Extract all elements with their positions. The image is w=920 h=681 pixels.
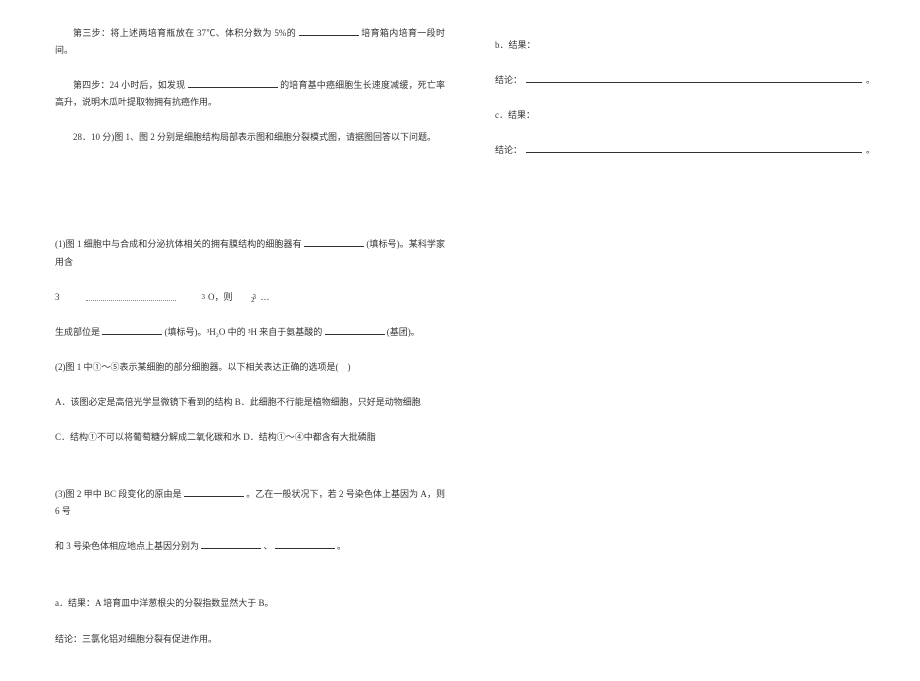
concl-b-label: 结论： <box>495 72 522 89</box>
q3-blank1 <box>184 487 244 497</box>
q3-part2: 和 3 号染色体相应地点上基因分别为 、 。 <box>55 538 445 555</box>
chem-3-pre: 3 <box>55 289 60 306</box>
chem-row: 3 3 O，则 3 2 … <box>55 289 445 306</box>
question-28: 28．10 分)图 1、图 2 分别是细胞结构局部表示图和细胞分裂模式图，请据图… <box>55 129 445 146</box>
q2-options-cd: C．结构①不可以将葡萄糖分解成二氧化碳和水 D．结构①～④中都含有大批磷脂 <box>55 429 445 446</box>
chem-sup-3: 3 <box>202 291 206 304</box>
step4-blank <box>188 78 278 88</box>
conclusion-c: 结论： 。 <box>495 142 875 159</box>
q1-part1: (1)图 1 细胞中与合成和分泌抗体相关的拥有膜结构的细胞器有 (填标号)。某科… <box>55 236 445 270</box>
q3c-blank2 <box>275 539 335 549</box>
conclusion-b: 结论： 。 <box>495 72 875 89</box>
concl-b-stop: 。 <box>866 72 875 89</box>
q3c-mid: 、 <box>264 541 273 551</box>
c-label-text: c．结果： <box>495 110 535 120</box>
chem-tail: … <box>261 289 270 306</box>
chem-suffix: 3 2 … <box>253 289 270 306</box>
concl-c-label: 结论： <box>495 142 522 159</box>
chem-process-blank <box>86 293 176 301</box>
q1c-blank1 <box>102 325 162 335</box>
step-3: 第三步：将上述两培育瓶放在 37℃、体积分数为 5%的 培育箱内培育一段时间。 <box>55 25 445 59</box>
chem-O2: 3 O，则 <box>202 289 233 306</box>
q2-cd-text: C．结构①不可以将葡萄糖分解成二氧化碳和水 D．结构①～④中都含有大批磷脂 <box>55 432 376 442</box>
step4-text-a: 第四步：24 小时后，如发现 <box>73 80 185 90</box>
result-a-text: a．结果：A 培育皿中洋葱根尖的分裂指数显然大于 B。 <box>55 598 274 608</box>
step3-blank <box>299 26 359 36</box>
result-b-label: b．结果： <box>495 37 875 54</box>
chem-O-text: O，则 <box>208 289 233 306</box>
result-c-label: c．结果： <box>495 107 875 124</box>
q1c-a: 生成部位是 <box>55 327 100 337</box>
b-label-text: b．结果： <box>495 40 536 50</box>
q1-part2: 生成部位是 (填标号)。³H₂O 中的 ³H 来自于氨基酸的 (基团)。 <box>55 324 445 341</box>
q2-head: (2)图 1 中①～⑤表示某细胞的部分细胞器。以下相关表达正确的选项是( ) <box>55 359 445 376</box>
left-column: 第三步：将上述两培育瓶放在 37℃、体积分数为 5%的 培育箱内培育一段时间。 … <box>55 25 475 661</box>
concl-c-stop: 。 <box>866 142 875 159</box>
q3c-blank1 <box>201 539 261 549</box>
right-column: b．结果： 结论： 。 c．结果： 结论： 。 <box>475 25 875 661</box>
q2-options-ab: A．该图必定是高倍光学显微镜下看到的结构 B．此细胞不行能是植物细胞，只好是动物… <box>55 394 445 411</box>
q3-part1: (3)图 2 甲中 BC 段变化的原由是 。乙在一般状况下，若 2 号染色体上基… <box>55 486 445 520</box>
q2-ab-text: A．该图必定是高倍光学显微镜下看到的结构 B．此细胞不行能是植物细胞，只好是动物… <box>55 397 421 407</box>
q1-a: (1)图 1 细胞中与合成和分泌抗体相关的拥有膜结构的细胞器有 <box>55 239 302 249</box>
q1c-c: (基团)。 <box>387 327 420 337</box>
q28-text: 28．10 分)图 1、图 2 分别是细胞结构局部表示图和细胞分裂模式图，请据图… <box>73 132 436 142</box>
document-page: 第三步：将上述两培育瓶放在 37℃、体积分数为 5%的 培育箱内培育一段时间。 … <box>0 0 920 681</box>
q2-head-text: (2)图 1 中①～⑤表示某细胞的部分细胞器。以下相关表达正确的选项是( ) <box>55 362 351 372</box>
q1c-b: (填标号)。³H₂O 中的 ³H 来自于氨基酸的 <box>165 327 323 337</box>
q3c-end: 。 <box>337 541 346 551</box>
q1-blank1 <box>304 237 364 247</box>
result-a: a．结果：A 培育皿中洋葱根尖的分裂指数显然大于 B。 <box>55 595 445 612</box>
q3-a: (3)图 2 甲中 BC 段变化的原由是 <box>55 489 182 499</box>
step-4: 第四步：24 小时后，如发现 的培育基中癌细胞生长速度减缓，死亡率高升，说明木瓜… <box>55 77 445 111</box>
chem-prefix: 3 <box>55 289 60 306</box>
concl-c-blank <box>526 143 862 153</box>
concl-b-blank <box>526 73 862 83</box>
conclusion-a: 结论：三氯化铝对细胞分裂有促进作用。 <box>55 631 445 648</box>
q1c-blank2 <box>325 325 385 335</box>
step3-text-a: 第三步：将上述两培育瓶放在 37℃、体积分数为 5%的 <box>73 28 296 38</box>
q3c-a: 和 3 号染色体相应地点上基因分别为 <box>55 541 199 551</box>
conclusion-a-text: 结论：三氯化铝对细胞分裂有促进作用。 <box>55 634 217 644</box>
